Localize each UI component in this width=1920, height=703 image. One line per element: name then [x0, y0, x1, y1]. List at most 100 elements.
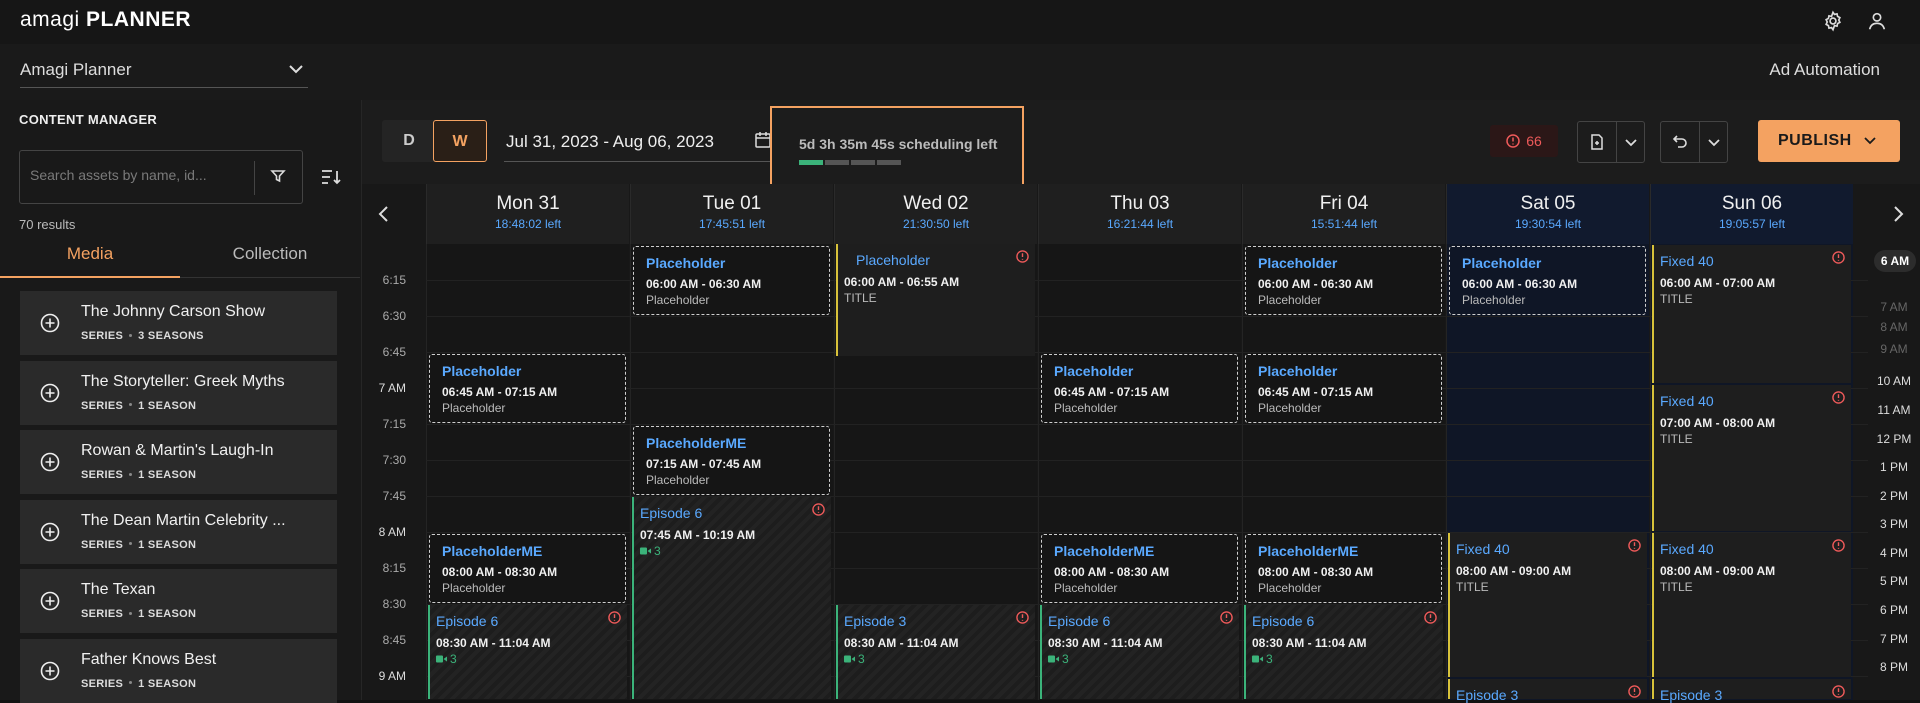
day-header[interactable]: Fri 04 15:51:44 left: [1242, 184, 1445, 244]
chevron-right-icon[interactable]: [1884, 200, 1912, 228]
filter-icon[interactable]: [270, 168, 286, 184]
gear-icon[interactable]: [1822, 10, 1844, 32]
chevron-down-icon: [1707, 139, 1720, 147]
placeholder-block[interactable]: Placeholder 06:00 AM - 06:30 AM Placeholde…: [1449, 246, 1646, 315]
block-title: PlaceholderME: [442, 543, 543, 559]
error-badge[interactable]: 66: [1490, 125, 1558, 157]
placeholder-block[interactable]: Placeholder 06:45 AM - 07:15 AM Placeholde…: [429, 354, 626, 423]
program-block[interactable]: Episode 6 07:45 AM - 10:19 AM 3: [632, 497, 831, 699]
current-hour-label[interactable]: 6 AM: [1874, 250, 1916, 272]
program-block[interactable]: Fixed 40 06:00 AM - 07:00 AM TITLE: [1652, 245, 1851, 383]
save-draft-button[interactable]: [1578, 122, 1616, 162]
hour-label[interactable]: 9 AM: [1868, 342, 1920, 356]
hour-label[interactable]: 5 PM: [1868, 574, 1920, 588]
tab-media[interactable]: Media: [0, 244, 180, 278]
tab-collection[interactable]: Collection: [180, 244, 360, 278]
hour-label[interactable]: 12 PM: [1868, 432, 1920, 446]
placeholder-block[interactable]: PlaceholderME 07:15 AM - 07:45 AM Placehol…: [633, 426, 830, 495]
block-time: 08:00 AM - 08:30 AM: [1258, 565, 1374, 579]
asset-name: The Storyteller: Greek Myths: [81, 372, 285, 390]
search-input[interactable]: [30, 167, 260, 183]
time-label: 6:15: [382, 273, 406, 287]
block-time: 08:30 AM - 11:04 AM: [844, 636, 959, 650]
hour-label[interactable]: 8 AM: [1868, 320, 1920, 334]
program-block[interactable]: Episode 3: [1448, 679, 1647, 703]
sort-icon[interactable]: [320, 168, 342, 186]
day-header[interactable]: Tue 01 17:45:51 left: [630, 184, 833, 244]
block-title: Episode 3: [1660, 687, 1723, 703]
block-time: 08:30 AM - 11:04 AM: [1252, 636, 1367, 650]
app-selector[interactable]: Amagi Planner: [20, 54, 308, 88]
time-label: 6:30: [382, 309, 406, 323]
day-view-button[interactable]: D: [382, 120, 436, 162]
add-circle-icon[interactable]: [40, 591, 60, 611]
time-label: 9 AM: [378, 669, 406, 683]
toolbar: D W Jul 31, 2023 - Aug 06, 2023 5d 3h 35…: [362, 100, 1920, 190]
program-block[interactable]: Fixed 40 08:00 AM - 09:00 AM TITLE: [1448, 533, 1647, 677]
clip-count: 3: [436, 652, 457, 666]
hour-label[interactable]: 3 PM: [1868, 517, 1920, 531]
day-header[interactable]: Sat 05 19:30:54 left: [1446, 184, 1649, 244]
program-block[interactable]: Fixed 40 07:00 AM - 08:00 AM TITLE: [1652, 385, 1851, 531]
list-item[interactable]: Father Knows Best SERIES 1 SEASON: [20, 638, 337, 703]
block-subtitle: TITLE: [1660, 580, 1693, 594]
save-options-button[interactable]: [1616, 122, 1644, 162]
list-item[interactable]: The Johnny Carson Show SERIES 3 SEASONS: [20, 291, 337, 355]
time-label: 8:30: [382, 597, 406, 611]
program-block[interactable]: Episode 6 08:30 AM - 11:04 AM 3: [1244, 605, 1443, 699]
block-time: 06:00 AM - 06:55 AM: [844, 275, 960, 289]
list-item[interactable]: The Texan SERIES 1 SEASON: [20, 569, 337, 633]
chevron-left-icon[interactable]: [370, 200, 398, 228]
placeholder-block[interactable]: PlaceholderME 08:00 AM - 08:30 AM Placehol…: [429, 534, 626, 603]
hour-label[interactable]: 8 PM: [1868, 660, 1920, 674]
placeholder-block[interactable]: Placeholder 06:45 AM - 07:15 AM Placeholde…: [1041, 354, 1238, 423]
add-circle-icon[interactable]: [40, 522, 60, 542]
undo-options-button[interactable]: [1699, 122, 1727, 162]
placeholder-block[interactable]: Placeholder 06:00 AM - 06:30 AM Placeholde…: [1245, 246, 1442, 315]
hour-label[interactable]: 7 AM: [1868, 300, 1920, 314]
separator-dot: [129, 472, 133, 476]
program-block[interactable]: Placeholder 06:00 AM - 06:55 AM TITLE: [836, 244, 1035, 356]
clip-count: 3: [1252, 652, 1273, 666]
program-block[interactable]: Episode 6 08:30 AM - 11:04 AM 3: [428, 605, 627, 699]
placeholder-block[interactable]: PlaceholderME 08:00 AM - 08:30 AM Placehol…: [1245, 534, 1442, 603]
date-range-field[interactable]: Jul 31, 2023 - Aug 06, 2023: [504, 122, 776, 162]
hour-label[interactable]: 4 PM: [1868, 546, 1920, 560]
add-circle-icon[interactable]: [40, 452, 60, 472]
list-item[interactable]: The Storyteller: Greek Myths SERIES 1 SEAS…: [20, 360, 337, 425]
placeholder-block[interactable]: Placeholder 06:45 AM - 07:15 AM Placeholde…: [1245, 354, 1442, 423]
block-time: 06:00 AM - 06:30 AM: [1258, 277, 1374, 291]
week-view-button[interactable]: W: [433, 120, 487, 162]
hour-label[interactable]: 1 PM: [1868, 460, 1920, 474]
user-icon[interactable]: [1866, 10, 1888, 32]
progress-segment: [825, 160, 849, 165]
block-subtitle: TITLE: [1660, 292, 1693, 306]
day-header[interactable]: Thu 03 16:21:44 left: [1038, 184, 1241, 244]
day-header[interactable]: Wed 02 21:30:50 left: [834, 184, 1037, 244]
asset-seasons: 3 SEASONS: [138, 330, 204, 342]
day-header[interactable]: Mon 31 18:48:02 left: [426, 184, 629, 244]
warning-icon: [1628, 539, 1641, 552]
placeholder-block[interactable]: Placeholder 06:00 AM - 06:30 AM Placeholde…: [633, 246, 830, 315]
program-block[interactable]: Fixed 40 08:00 AM - 09:00 AM TITLE: [1652, 533, 1851, 677]
hour-label[interactable]: 6 PM: [1868, 603, 1920, 617]
asset-type: SERIES: [81, 469, 124, 481]
add-circle-icon[interactable]: [40, 383, 60, 403]
hour-label[interactable]: 2 PM: [1868, 489, 1920, 503]
day-time-left: 17:45:51 left: [698, 217, 766, 231]
block-title: Episode 3: [1456, 687, 1519, 703]
hour-label[interactable]: 10 AM: [1868, 374, 1920, 388]
day-header[interactable]: Sun 06 19:05:57 left: [1650, 184, 1853, 244]
add-circle-icon[interactable]: [40, 313, 60, 333]
program-block[interactable]: Episode 3 08:30 AM - 11:04 AM 3: [836, 605, 1035, 699]
placeholder-block[interactable]: PlaceholderME 08:00 AM - 08:30 AM Placehol…: [1041, 534, 1238, 603]
list-item[interactable]: Rowan & Martin's Laugh-In SERIES 1 SEASON: [20, 430, 337, 494]
program-block[interactable]: Episode 3: [1652, 679, 1851, 703]
undo-button[interactable]: [1661, 122, 1699, 162]
list-item[interactable]: The Dean Martin Celebrity ... SERIES 1 SEA…: [20, 499, 337, 564]
add-circle-icon[interactable]: [40, 661, 60, 681]
publish-button[interactable]: PUBLISH: [1758, 120, 1900, 162]
program-block[interactable]: Episode 6 08:30 AM - 11:04 AM 3: [1040, 605, 1239, 699]
hour-label[interactable]: 7 PM: [1868, 632, 1920, 646]
hour-label[interactable]: 11 AM: [1868, 403, 1920, 417]
